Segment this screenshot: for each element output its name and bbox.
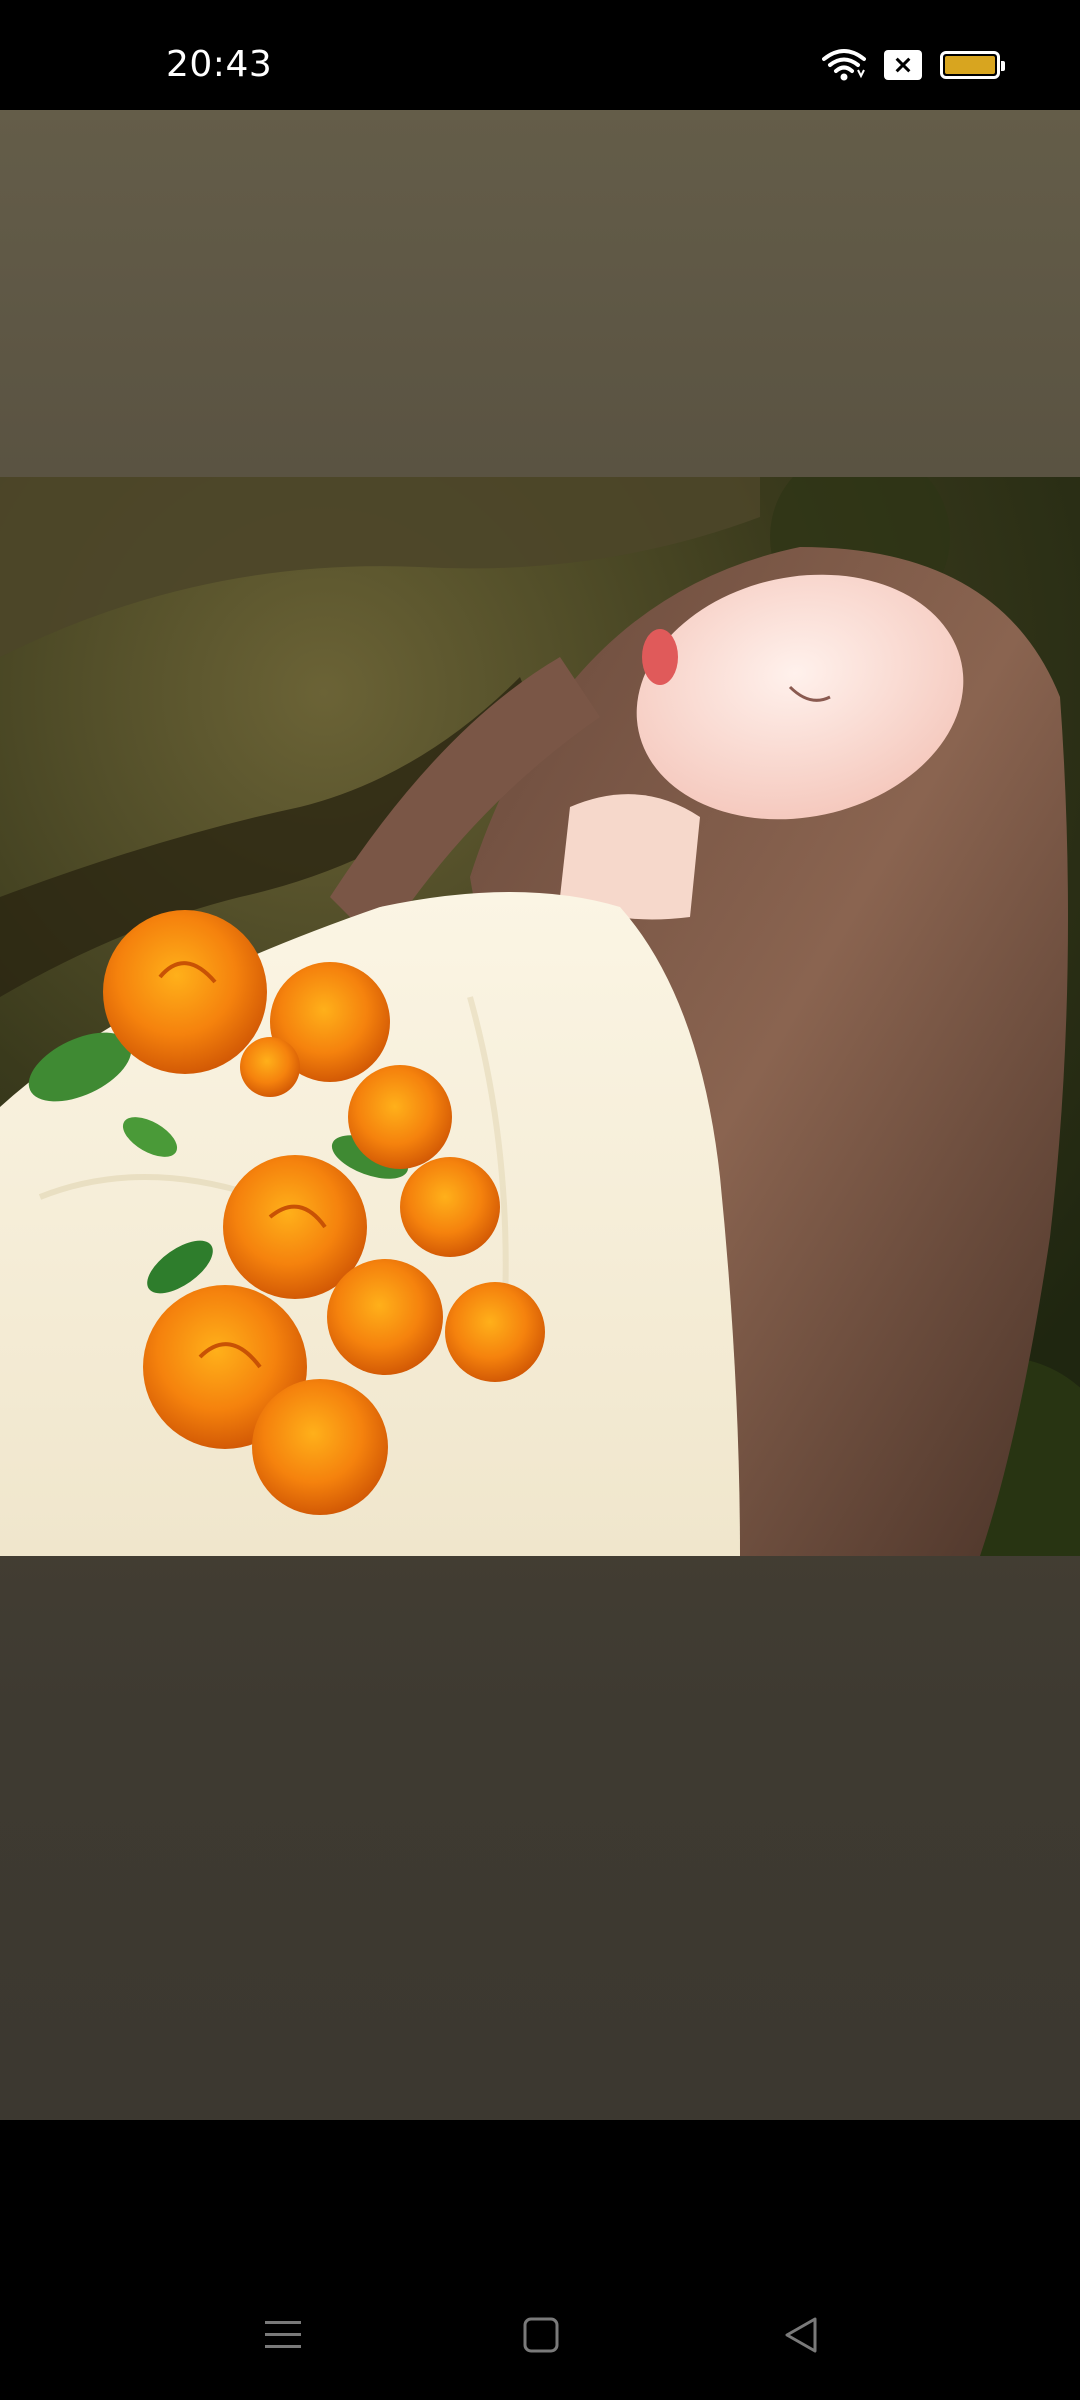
battery-level [945, 56, 995, 74]
status-icons [822, 48, 1005, 82]
image-viewer[interactable] [0, 110, 1080, 2120]
screen: 20:43 [0, 0, 1080, 2400]
no-sim-icon [884, 50, 922, 80]
photo[interactable] [0, 477, 1080, 1556]
battery-icon [940, 51, 1005, 79]
status-time: 20:43 [166, 44, 273, 85]
menu-icon[interactable] [248, 2300, 318, 2370]
status-bar: 20:43 [0, 0, 1080, 110]
back-icon[interactable] [766, 2300, 836, 2370]
home-icon[interactable] [506, 2300, 576, 2370]
photo-image [0, 477, 1080, 1556]
wifi-icon [822, 48, 866, 82]
